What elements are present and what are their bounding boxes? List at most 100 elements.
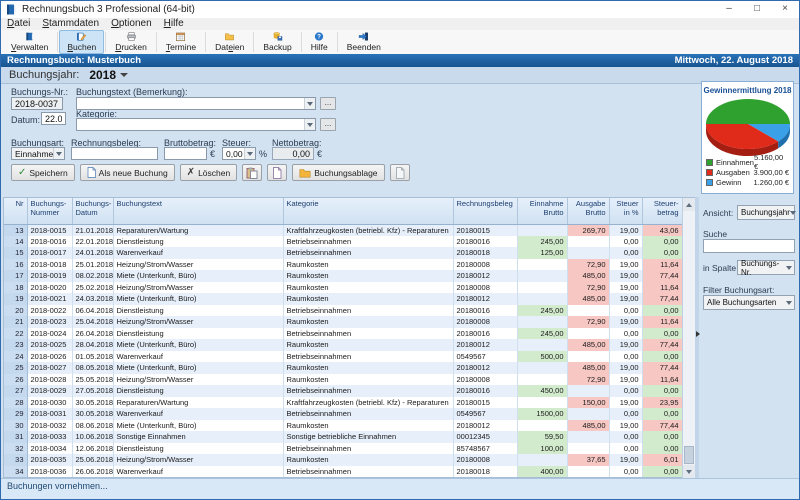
cell-ausgabe[interactable] <box>567 408 609 420</box>
cell-datum[interactable]: 25.06.2018 <box>72 454 113 466</box>
cell-kategorie[interactable]: Sonstige betriebliche Einnahmen <box>283 431 453 443</box>
cell-datum[interactable]: 30.05.2018 <box>72 408 113 420</box>
cell-text[interactable]: Heizung/Strom/Wasser <box>113 316 283 328</box>
cell-datum[interactable]: 10.06.2018 <box>72 431 113 443</box>
cell-steuer[interactable]: 0,00 <box>609 408 642 420</box>
cell-datum[interactable]: 26.04.2018 <box>72 328 113 340</box>
cell-text[interactable]: Warenverkauf <box>113 466 283 478</box>
table-row[interactable]: 162018-001825.01.2018Heizung/Strom/Wasse… <box>4 259 682 271</box>
cell-ausgabe[interactable]: 485,00 <box>567 270 609 282</box>
table-row[interactable]: 282018-003030.05.2018Reparaturen/Wartung… <box>4 397 682 409</box>
suche-input[interactable] <box>703 239 795 253</box>
cell-einnahme[interactable]: 245,00 <box>517 305 567 317</box>
cell-text[interactable]: Reparaturen/Wartung <box>113 397 283 409</box>
cell-einnahme[interactable]: 245,00 <box>517 236 567 248</box>
cell-nr[interactable]: 29 <box>4 408 27 420</box>
cell-kategorie[interactable]: Raumkosten <box>283 454 453 466</box>
cell-datum[interactable]: 01.05.2018 <box>72 351 113 363</box>
cell-ausgabe[interactable]: 485,00 <box>567 420 609 432</box>
cell-steuerbetrag[interactable]: 23,95 <box>642 397 682 409</box>
cell-nr[interactable]: 26 <box>4 374 27 386</box>
cell-steuerbetrag[interactable]: 0,00 <box>642 328 682 340</box>
buchungs-nr-field[interactable] <box>11 97 63 110</box>
header-buchungs-nummer[interactable]: Buchungs- Nummer <box>27 198 72 224</box>
header-buchungs-datum[interactable]: Buchungs- Datum <box>72 198 113 224</box>
cell-ausgabe[interactable]: 485,00 <box>567 362 609 374</box>
cell-text[interactable]: Dienstleistung <box>113 305 283 317</box>
cell-steuer[interactable]: 19,00 <box>609 374 642 386</box>
cell-steuer[interactable]: 19,00 <box>609 397 642 409</box>
menu-hilfe[interactable]: Hilfe <box>158 18 190 30</box>
cell-nr[interactable]: 32 <box>4 443 27 455</box>
table-row[interactable]: 182018-002025.02.2018Heizung/Strom/Wasse… <box>4 282 682 294</box>
cell-datum[interactable]: 25.01.2018 <box>72 259 113 271</box>
cell-nr[interactable]: 28 <box>4 397 27 409</box>
table-row[interactable]: 152018-001724.01.2018WarenverkaufBetrieb… <box>4 247 682 259</box>
datum-field[interactable] <box>41 112 66 125</box>
cell-nummer[interactable]: 2018-0032 <box>27 420 72 432</box>
cell-steuer[interactable]: 0,00 <box>609 236 642 248</box>
cell-steuerbetrag[interactable]: 6,01 <box>642 454 682 466</box>
cell-nummer[interactable]: 2018-0018 <box>27 259 72 271</box>
cell-nummer[interactable]: 2018-0025 <box>27 339 72 351</box>
table-row[interactable]: 202018-002206.04.2018DienstleistungBetri… <box>4 305 682 317</box>
cell-beleg[interactable]: 20180008 <box>453 316 517 328</box>
cell-nummer[interactable]: 2018-0015 <box>27 224 72 236</box>
table-row[interactable]: 172018-001908.02.2018Miete (Unterkunft, … <box>4 270 682 282</box>
cell-beleg[interactable]: 20180018 <box>453 247 517 259</box>
cell-nr[interactable]: 16 <box>4 259 27 271</box>
paste-button[interactable] <box>242 164 262 181</box>
cell-beleg[interactable]: 20180015 <box>453 224 517 236</box>
cell-text[interactable]: Heizung/Strom/Wasser <box>113 374 283 386</box>
table-row[interactable]: 142018-001622.01.2018DienstleistungBetri… <box>4 236 682 248</box>
cell-beleg[interactable]: 20180016 <box>453 305 517 317</box>
cell-einnahme[interactable] <box>517 397 567 409</box>
cell-ausgabe[interactable]: 72,90 <box>567 374 609 386</box>
cell-einnahme[interactable] <box>517 454 567 466</box>
cell-nummer[interactable]: 2018-0016 <box>27 236 72 248</box>
cell-steuer[interactable]: 0,00 <box>609 247 642 259</box>
cell-beleg[interactable]: 20180012 <box>453 339 517 351</box>
cell-datum[interactable]: 08.05.2018 <box>72 362 113 374</box>
chevron-down-icon[interactable] <box>304 98 315 109</box>
cell-steuerbetrag[interactable]: 0,00 <box>642 351 682 363</box>
buchungsablage-button[interactable]: Buchungsablage <box>292 164 384 181</box>
cell-einnahme[interactable] <box>517 316 567 328</box>
cell-einnahme[interactable] <box>517 362 567 374</box>
panel-splitter[interactable] <box>695 197 699 478</box>
cell-steuerbetrag[interactable]: 77,44 <box>642 362 682 374</box>
cell-datum[interactable]: 30.05.2018 <box>72 397 113 409</box>
cell-steuer[interactable]: 19,00 <box>609 282 642 294</box>
cell-beleg[interactable]: 20180008 <box>453 282 517 294</box>
chevron-down-icon[interactable] <box>783 296 794 309</box>
cell-text[interactable]: Dienstleistung <box>113 328 283 340</box>
table-row[interactable]: 242018-002601.05.2018WarenverkaufBetrieb… <box>4 351 682 363</box>
cell-steuerbetrag[interactable]: 0,00 <box>642 408 682 420</box>
cell-steuer[interactable]: 19,00 <box>609 316 642 328</box>
cell-beleg[interactable]: 20180012 <box>453 420 517 432</box>
cell-kategorie[interactable]: Kraftfahrzeugkosten (betriebl. Kfz) - Re… <box>283 397 453 409</box>
cell-text[interactable]: Warenverkauf <box>113 408 283 420</box>
rechnungsbeleg-field[interactable] <box>71 147 158 160</box>
cell-datum[interactable]: 12.06.2018 <box>72 443 113 455</box>
cell-einnahme[interactable] <box>517 293 567 305</box>
cell-ausgabe[interactable] <box>567 351 609 363</box>
menu-stammdaten[interactable]: Stammdaten <box>36 18 105 30</box>
cell-ausgabe[interactable] <box>567 247 609 259</box>
toolbar-beenden[interactable]: Beenden <box>339 30 389 54</box>
cell-beleg[interactable]: 20180016 <box>453 328 517 340</box>
cell-datum[interactable]: 08.06.2018 <box>72 420 113 432</box>
cell-kategorie[interactable]: Raumkosten <box>283 293 453 305</box>
minimize-button[interactable]: – <box>715 1 743 18</box>
cell-text[interactable]: Miete (Unterkunft, Büro) <box>113 420 283 432</box>
cell-nr[interactable]: 20 <box>4 305 27 317</box>
cell-text[interactable]: Warenverkauf <box>113 351 283 363</box>
cell-einnahme[interactable]: 100,00 <box>517 443 567 455</box>
cell-beleg[interactable]: 20180016 <box>453 385 517 397</box>
cell-text[interactable]: Heizung/Strom/Wasser <box>113 259 283 271</box>
cell-ausgabe[interactable] <box>567 443 609 455</box>
chevron-down-icon[interactable] <box>120 73 128 77</box>
cell-steuerbetrag[interactable]: 11,64 <box>642 316 682 328</box>
header-einnahme-brutto[interactable]: Einnahme Brutto <box>517 198 567 224</box>
cell-ausgabe[interactable]: 72,90 <box>567 259 609 271</box>
